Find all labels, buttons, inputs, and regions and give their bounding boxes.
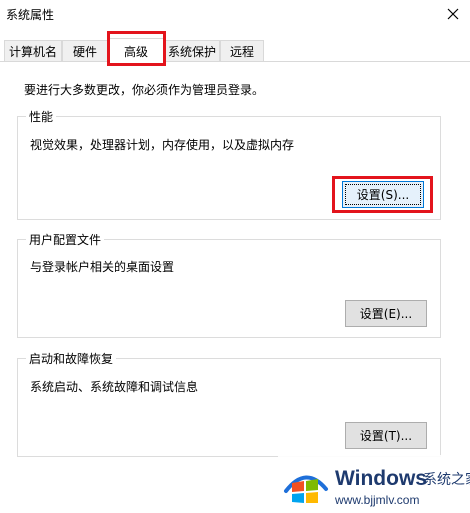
admin-note: 要进行大多数更改，你必须作为管理员登录。	[24, 83, 265, 97]
user-profiles-description: 与登录帐户相关的桌面设置	[30, 260, 175, 274]
watermark: Windows 系统之家 www.bjjmlv.com	[278, 455, 470, 513]
tab-strip: 计算机名 硬件 高级 系统保护 远程	[0, 38, 470, 63]
tab-hardware[interactable]: 硬件	[62, 40, 108, 62]
user-profiles-group-label: 用户配置文件	[26, 231, 105, 248]
startup-recovery-description: 系统启动、系统故障和调试信息	[30, 380, 199, 394]
tab-label: 计算机名	[8, 45, 57, 59]
watermark-brand: Windows	[335, 467, 427, 490]
performance-settings-button[interactable]: 设置(S)...	[342, 181, 424, 208]
performance-description: 视觉效果，处理器计划，内存使用，以及虚拟内存	[30, 138, 295, 152]
tab-label: 高级	[123, 44, 148, 59]
tab-remote[interactable]: 远程	[220, 40, 264, 62]
tab-label: 硬件	[72, 45, 97, 59]
user-profiles-settings-button[interactable]: 设置(E)...	[345, 300, 427, 327]
close-button[interactable]	[436, 0, 470, 28]
title-bar: 系统属性	[0, 0, 470, 28]
window-title: 系统属性	[6, 8, 55, 22]
windows-logo-icon	[284, 475, 328, 503]
startup-recovery-settings-button[interactable]: 设置(T)...	[345, 422, 427, 449]
tab-label: 系统保护	[167, 45, 216, 59]
tab-computer-name[interactable]: 计算机名	[4, 40, 62, 62]
tab-label: 远程	[229, 45, 254, 59]
tab-system-protection[interactable]: 系统保护	[164, 40, 220, 62]
tab-advanced[interactable]: 高级	[108, 38, 164, 63]
user-profiles-group: 用户配置文件 与登录帐户相关的桌面设置 设置(E)...	[17, 231, 441, 338]
performance-group-label: 性能	[26, 108, 57, 125]
startup-recovery-group-label: 启动和故障恢复	[26, 350, 117, 367]
performance-group: 性能 视觉效果，处理器计划，内存使用，以及虚拟内存 设置(S)...	[17, 108, 441, 220]
watermark-brand-cn: 系统之家	[423, 472, 470, 488]
close-icon	[447, 8, 459, 20]
watermark-url: www.bjjmlv.com	[335, 493, 420, 507]
startup-recovery-group: 启动和故障恢复 系统启动、系统故障和调试信息 设置(T)...	[17, 350, 441, 457]
